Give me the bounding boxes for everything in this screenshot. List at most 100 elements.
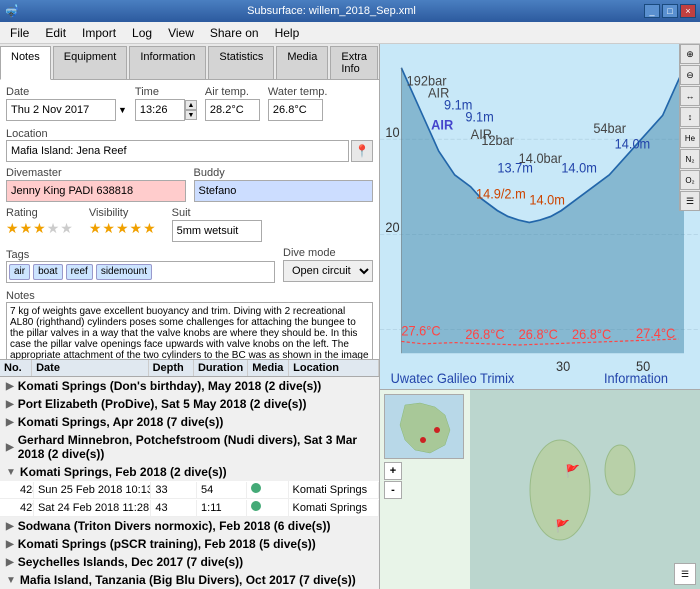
header-depth: Depth	[149, 360, 194, 376]
vis-star-4[interactable]: ★	[130, 220, 143, 237]
close-button[interactable]: ×	[680, 4, 696, 18]
dive-mode-select[interactable]: Open circuit	[283, 260, 373, 282]
air-temp-input[interactable]	[205, 99, 260, 121]
star-4[interactable]: ★	[47, 220, 60, 237]
tab-information[interactable]: Information	[129, 46, 206, 79]
minimize-button[interactable]: _	[644, 4, 660, 18]
svg-text:54bar: 54bar	[593, 121, 626, 137]
profile-zoom-out[interactable]: ⊖	[680, 65, 700, 85]
dive-no: 428	[0, 482, 34, 498]
svg-text:26.8°C: 26.8°C	[572, 326, 611, 342]
list-item[interactable]: 427 Sat 24 Feb 2018 11:28 43 1:11 Komati…	[0, 499, 379, 517]
title-bar: 🤿 Subsurface: willem_2018_Sep.xml _ □ ×	[0, 0, 700, 22]
svg-text:🚩: 🚩	[555, 519, 570, 533]
time-up-arrow[interactable]: ▲	[185, 100, 197, 110]
star-2[interactable]: ★	[20, 220, 33, 237]
group-sodwana-header[interactable]: ▶ Sodwana (Triton Divers normoxic), Feb …	[0, 517, 379, 535]
location-input[interactable]	[6, 140, 349, 162]
profile-he[interactable]: He	[680, 128, 700, 148]
profile-menu[interactable]: ☰	[680, 191, 700, 211]
tab-media[interactable]: Media	[276, 46, 328, 79]
suit-input[interactable]	[172, 220, 262, 242]
maximize-button[interactable]: □	[662, 4, 678, 18]
map-zoom-out-button[interactable]: -	[384, 481, 402, 499]
map-main[interactable]: 🚩 🚩	[470, 390, 700, 589]
notes-textarea[interactable]	[6, 302, 373, 359]
time-input[interactable]	[135, 99, 185, 121]
buddy-input[interactable]	[194, 180, 374, 202]
dive-media	[247, 481, 288, 498]
vis-star-5[interactable]: ★	[143, 220, 156, 237]
map-main-svg: 🚩 🚩	[470, 390, 700, 589]
group-komati-apr-header[interactable]: ▶ Komati Springs, Apr 2018 (7 dive(s))	[0, 413, 379, 431]
list-item[interactable]: 428 Sun 25 Feb 2018 10:13 33 54 Komati S…	[0, 481, 379, 499]
menu-file[interactable]: File	[2, 24, 37, 42]
time-down-arrow[interactable]: ▼	[185, 110, 197, 120]
tab-notes[interactable]: Notes	[0, 46, 51, 80]
svg-text:20: 20	[385, 219, 399, 235]
vis-star-3[interactable]: ★	[116, 220, 129, 237]
dive-date: Sun 25 Feb 2018 10:13	[34, 482, 151, 498]
dive-media	[247, 499, 288, 516]
visibility-stars[interactable]: ★ ★ ★ ★ ★	[89, 220, 156, 237]
svg-text:27.6°C: 27.6°C	[401, 323, 440, 339]
date-label: Date	[6, 86, 127, 98]
menu-view[interactable]: View	[160, 24, 202, 42]
date-dropdown-icon[interactable]: ▼	[118, 105, 127, 115]
svg-text:30: 30	[556, 359, 570, 375]
vis-star-2[interactable]: ★	[102, 220, 115, 237]
group-komati-may-header[interactable]: ▶ Komati Springs (Don's birthday), May 2…	[0, 377, 379, 395]
star-5[interactable]: ★	[60, 220, 73, 237]
window-controls[interactable]: _ □ ×	[644, 4, 696, 18]
map-info-button[interactable]: ☰	[674, 563, 696, 585]
dive-list: No. Date Depth Duration Media Location ▶…	[0, 359, 379, 589]
group-pe-may-header[interactable]: ▶ Port Elizabeth (ProDive), Sat 5 May 20…	[0, 395, 379, 413]
list-header: No. Date Depth Duration Media Location	[0, 360, 379, 377]
star-3[interactable]: ★	[33, 220, 46, 237]
tab-equipment[interactable]: Equipment	[53, 46, 128, 79]
profile-toolbar: ⊕ ⊖ ↔ ↕ He N₂ O₂ ☰	[679, 44, 700, 211]
menu-share[interactable]: Share on	[202, 24, 267, 42]
location-pin-button[interactable]: 📍	[351, 140, 373, 162]
tag-boat[interactable]: boat	[33, 264, 62, 280]
notes-panel: Date ▼ Time ▲ ▼	[0, 80, 379, 359]
profile-zoom-in[interactable]: ⊕	[680, 44, 700, 64]
dive-depth: 33	[151, 482, 197, 498]
star-1[interactable]: ★	[6, 220, 19, 237]
tag-reef[interactable]: reef	[66, 264, 93, 280]
map-zoom-in-button[interactable]: +	[384, 462, 402, 480]
rating-stars[interactable]: ★ ★ ★ ★ ★	[6, 220, 73, 237]
menu-import[interactable]: Import	[74, 24, 124, 42]
svg-text:9.1m: 9.1m	[465, 109, 493, 125]
group-komati-feb-header[interactable]: ▼ Komati Springs, Feb 2018 (2 dive(s))	[0, 463, 379, 481]
date-input[interactable]	[6, 99, 116, 121]
group-mafia-header[interactable]: ▼ Mafia Island, Tanzania (Big Blu Divers…	[0, 571, 379, 589]
profile-fit-h[interactable]: ↔	[680, 86, 700, 106]
tags-label: Tags	[6, 249, 29, 261]
tags-input[interactable]: air boat reef sidemount	[6, 261, 275, 283]
tag-sidemount[interactable]: sidemount	[96, 264, 152, 280]
svg-text:14.9/2.m: 14.9/2.m	[476, 186, 526, 202]
menu-help[interactable]: Help	[267, 24, 308, 42]
profile-o2[interactable]: O₂	[680, 170, 700, 190]
group-gerhard-header[interactable]: ▶ Gerhard Minnebron, Potchefstroom (Nudi…	[0, 431, 379, 463]
menu-edit[interactable]: Edit	[37, 24, 74, 42]
group-komati-pscr-header[interactable]: ▶ Komati Springs (pSCR training), Feb 20…	[0, 535, 379, 553]
divemaster-input[interactable]	[6, 180, 186, 202]
water-temp-input[interactable]	[268, 99, 323, 121]
menu-log[interactable]: Log	[124, 24, 160, 42]
group-seychelles-header[interactable]: ▶ Seychelles Islands, Dec 2017 (7 dive(s…	[0, 553, 379, 571]
tab-extra-info[interactable]: Extra Info	[330, 46, 378, 79]
tag-air[interactable]: air	[9, 264, 30, 280]
profile-n2[interactable]: N₂	[680, 149, 700, 169]
dive-location: Komati Springs	[289, 500, 380, 516]
dive-map: + - 🚩 🚩 ☰	[380, 389, 700, 589]
svg-text:Information: Information	[604, 370, 668, 386]
profile-fit-v[interactable]: ↕	[680, 107, 700, 127]
vis-star-1[interactable]: ★	[89, 220, 102, 237]
svg-text:12bar: 12bar	[481, 132, 514, 148]
tab-statistics[interactable]: Statistics	[208, 46, 274, 79]
air-temp-label: Air temp.	[205, 86, 260, 98]
map-overview	[384, 394, 464, 459]
buddy-label: Buddy	[194, 167, 374, 179]
